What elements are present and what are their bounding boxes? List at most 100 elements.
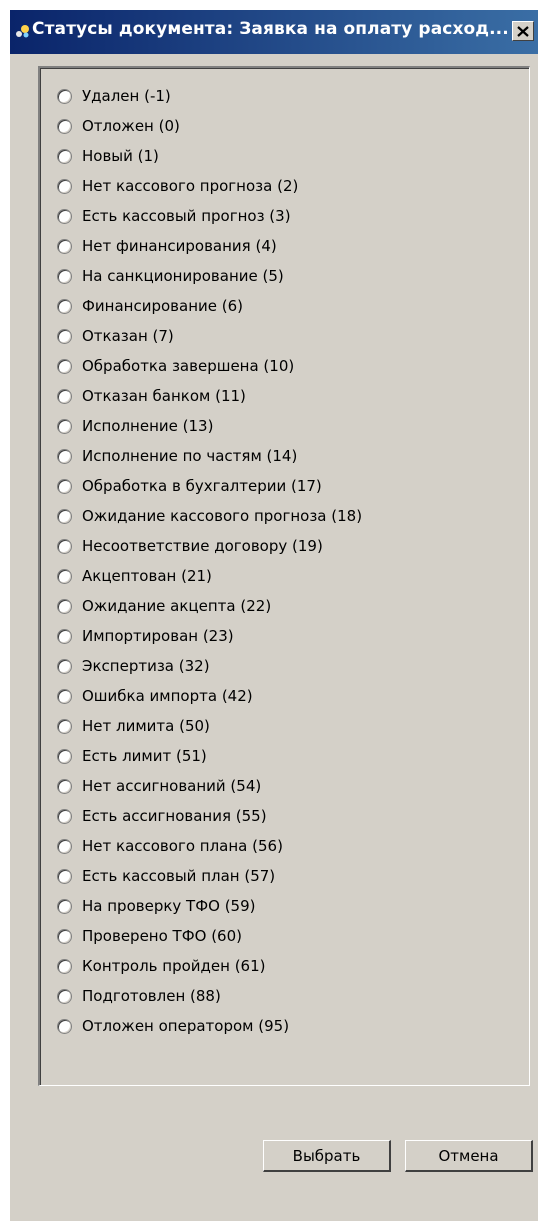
- radio-button[interactable]: [57, 88, 72, 104]
- radio-button[interactable]: [57, 928, 72, 944]
- status-option-label: Исполнение (13): [82, 417, 214, 435]
- status-option[interactable]: Обработка завершена (10): [57, 351, 362, 381]
- radio-button[interactable]: [57, 958, 72, 974]
- status-option-label: Ошибка импорта (42): [82, 687, 253, 705]
- status-option-label: Отложен оператором (95): [82, 1017, 290, 1035]
- radio-button[interactable]: [57, 868, 72, 884]
- close-button[interactable]: [512, 21, 534, 41]
- status-option-label: Обработка в бухгалтерии (17): [82, 477, 322, 495]
- status-option[interactable]: Проверено ТФО (60): [57, 921, 362, 951]
- status-option-label: Подготовлен (88): [82, 987, 221, 1005]
- radio-button[interactable]: [57, 898, 72, 914]
- status-option-label: Новый (1): [82, 147, 159, 165]
- status-option-label: Есть кассовый план (57): [82, 867, 276, 885]
- status-option-label: Импортирован (23): [82, 627, 234, 645]
- radio-button[interactable]: [57, 178, 72, 194]
- radio-button[interactable]: [57, 358, 72, 374]
- status-option[interactable]: Удален (-1): [57, 81, 362, 111]
- radio-button[interactable]: [57, 478, 72, 494]
- status-option-label: Акцептован (21): [82, 567, 212, 585]
- status-option-label: Ожидание акцепта (22): [82, 597, 272, 615]
- status-option[interactable]: Исполнение (13): [57, 411, 362, 441]
- status-option-label: Ожидание кассового прогноза (18): [82, 507, 363, 525]
- status-option[interactable]: На проверку ТФО (59): [57, 891, 362, 921]
- radio-button[interactable]: [57, 118, 72, 134]
- status-option[interactable]: Есть кассовый план (57): [57, 861, 362, 891]
- status-option-label: Нет лимита (50): [82, 717, 210, 735]
- status-option-label: Финансирование (6): [82, 297, 243, 315]
- close-icon: [517, 25, 529, 37]
- status-option[interactable]: Нет кассового прогноза (2): [57, 171, 362, 201]
- radio-button[interactable]: [57, 298, 72, 314]
- status-option[interactable]: Обработка в бухгалтерии (17): [57, 471, 362, 501]
- status-option[interactable]: На санкционирование (5): [57, 261, 362, 291]
- cancel-button[interactable]: Отмена: [405, 1140, 533, 1172]
- status-option[interactable]: Нет кассового плана (56): [57, 831, 362, 861]
- status-option-label: Несоответствие договору (19): [82, 537, 323, 555]
- status-option[interactable]: Есть ассигнования (55): [57, 801, 362, 831]
- status-option-label: На проверку ТФО (59): [82, 897, 256, 915]
- status-radio-list: Удален (-1) Отложен (0) Новый (1) Нет кассо…: [57, 81, 362, 1041]
- status-option[interactable]: Несоответствие договору (19): [57, 531, 362, 561]
- radio-button[interactable]: [57, 148, 72, 164]
- radio-button[interactable]: [57, 268, 72, 284]
- status-option[interactable]: Исполнение по частям (14): [57, 441, 362, 471]
- radio-button[interactable]: [57, 658, 72, 674]
- status-option[interactable]: Подготовлен (88): [57, 981, 362, 1011]
- status-dialog: Статусы документа: Заявка на оплату расх…: [10, 10, 538, 1221]
- radio-button[interactable]: [57, 598, 72, 614]
- status-option-label: На санкционирование (5): [82, 267, 284, 285]
- status-option-label: Экспертиза (32): [82, 657, 210, 675]
- status-option[interactable]: Отказан банком (11): [57, 381, 362, 411]
- radio-button[interactable]: [57, 388, 72, 404]
- status-option[interactable]: Ожидание акцепта (22): [57, 591, 362, 621]
- status-option-label: Обработка завершена (10): [82, 357, 295, 375]
- status-option[interactable]: Контроль пройден (61): [57, 951, 362, 981]
- radio-button[interactable]: [57, 1018, 72, 1034]
- radio-button[interactable]: [57, 418, 72, 434]
- status-option[interactable]: Нет финансирования (4): [57, 231, 362, 261]
- status-option-label: Нет кассового плана (56): [82, 837, 283, 855]
- radio-button[interactable]: [57, 508, 72, 524]
- status-option-label: Нет финансирования (4): [82, 237, 277, 255]
- window-title: Статусы документа: Заявка на оплату расх…: [32, 19, 509, 39]
- radio-button[interactable]: [57, 538, 72, 554]
- status-option[interactable]: Акцептован (21): [57, 561, 362, 591]
- status-option-label: Отказан (7): [82, 327, 174, 345]
- radio-button[interactable]: [57, 448, 72, 464]
- status-option[interactable]: Ожидание кассового прогноза (18): [57, 501, 362, 531]
- status-option[interactable]: Нет ассигнований (54): [57, 771, 362, 801]
- status-option[interactable]: Отложен оператором (95): [57, 1011, 362, 1041]
- status-option-label: Есть лимит (51): [82, 747, 207, 765]
- radio-button[interactable]: [57, 328, 72, 344]
- status-option[interactable]: Ошибка импорта (42): [57, 681, 362, 711]
- radio-button[interactable]: [57, 988, 72, 1004]
- select-button[interactable]: Выбрать: [263, 1140, 391, 1172]
- title-bar[interactable]: Статусы документа: Заявка на оплату расх…: [10, 10, 538, 54]
- status-option[interactable]: Есть лимит (51): [57, 741, 362, 771]
- radio-button[interactable]: [57, 568, 72, 584]
- status-option[interactable]: Новый (1): [57, 141, 362, 171]
- status-option[interactable]: Отказан (7): [57, 321, 362, 351]
- radio-button[interactable]: [57, 718, 72, 734]
- radio-button[interactable]: [57, 838, 72, 854]
- status-option[interactable]: Отложен (0): [57, 111, 362, 141]
- status-option[interactable]: Финансирование (6): [57, 291, 362, 321]
- status-list-panel: Удален (-1) Отложен (0) Новый (1) Нет кассо…: [38, 66, 530, 1086]
- radio-button[interactable]: [57, 778, 72, 794]
- radio-button[interactable]: [57, 688, 72, 704]
- status-option-label: Контроль пройден (61): [82, 957, 266, 975]
- radio-button[interactable]: [57, 238, 72, 254]
- status-option[interactable]: Импортирован (23): [57, 621, 362, 651]
- status-option[interactable]: Нет лимита (50): [57, 711, 362, 741]
- status-option-label: Удален (-1): [82, 87, 171, 105]
- radio-button[interactable]: [57, 748, 72, 764]
- status-option[interactable]: Есть кассовый прогноз (3): [57, 201, 362, 231]
- radio-button[interactable]: [57, 808, 72, 824]
- status-option-label: Нет ассигнований (54): [82, 777, 262, 795]
- status-option-label: Отказан банком (11): [82, 387, 246, 405]
- radio-button[interactable]: [57, 208, 72, 224]
- radio-button[interactable]: [57, 628, 72, 644]
- status-option[interactable]: Экспертиза (32): [57, 651, 362, 681]
- status-option-label: Нет кассового прогноза (2): [82, 177, 299, 195]
